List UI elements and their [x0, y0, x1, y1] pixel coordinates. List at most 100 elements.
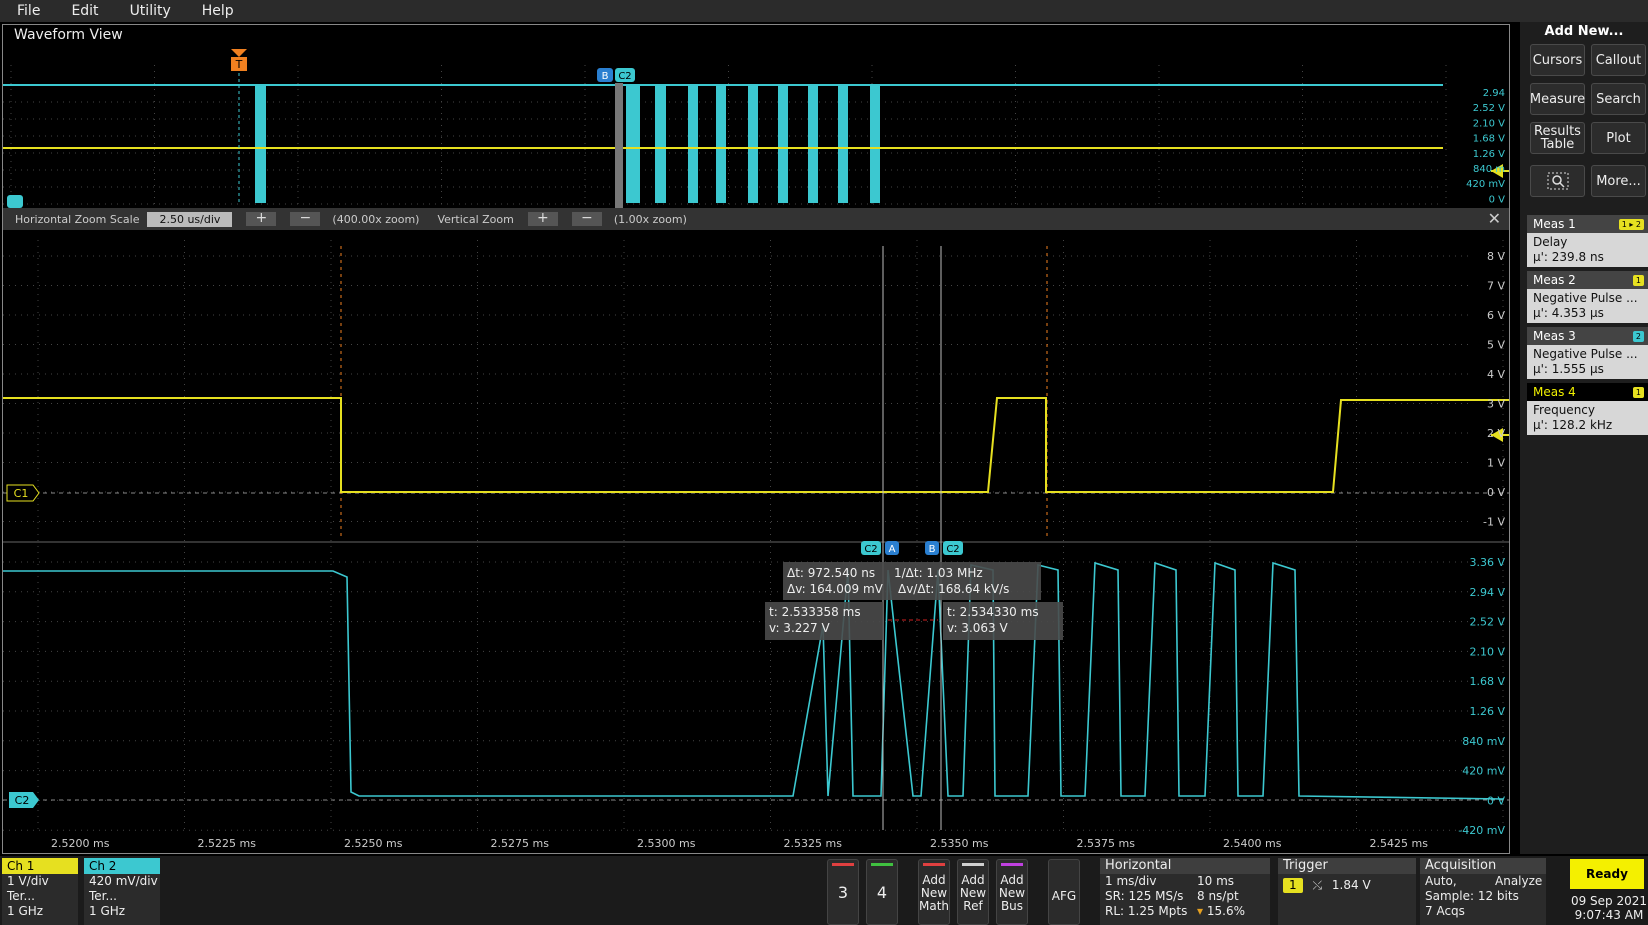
- ch3-button[interactable]: 3: [827, 859, 859, 925]
- overview-volt-tick: 2.10 V: [1473, 118, 1505, 129]
- svg-text:C2: C2: [618, 71, 631, 82]
- rising-edge-icon: ⤯: [1312, 878, 1323, 892]
- meas-4-header: Meas 4: [1533, 385, 1576, 399]
- svg-text:T: T: [235, 58, 243, 71]
- ch1-trace: [3, 397, 1509, 493]
- meas-1-value: μ': 239.8 ns: [1533, 250, 1604, 264]
- search-button[interactable]: Search: [1591, 83, 1646, 115]
- overview-cursor-b-tag[interactable]: B: [597, 68, 613, 82]
- meas-2-source-badge: 1: [1632, 275, 1644, 286]
- menu-utility[interactable]: Utility: [113, 0, 185, 22]
- measure-button[interactable]: Measure: [1530, 83, 1585, 115]
- vertical-zoom-factor: (1.00x zoom): [613, 212, 687, 226]
- acquisition-analyze: Analyze: [1495, 874, 1543, 888]
- horizontal-badge[interactable]: Horizontal 1 ms/div 10 ms SR: 125 MS/s 8 n…: [1100, 858, 1270, 925]
- results-table-button[interactable]: Results Table: [1530, 122, 1585, 154]
- ch3-label: 3: [837, 883, 849, 902]
- horizontal-zoom-out-button[interactable]: −: [290, 211, 321, 226]
- ch2-badge[interactable]: Ch 2 420 mV/div Ter... 1 GHz: [84, 858, 160, 925]
- ch4-button[interactable]: 4: [866, 859, 898, 925]
- ch2-volt-tick: 1.26 V: [1469, 705, 1505, 718]
- horizontal-zoom-value[interactable]: 2.50 us/div: [147, 211, 233, 227]
- zoom-window-indicator: [615, 83, 623, 223]
- ch2-termination: Ter...: [89, 889, 117, 903]
- time: 9:07:43 AM: [1574, 908, 1644, 922]
- overview-volt-tick: 420 mV: [1466, 179, 1505, 190]
- menu-edit[interactable]: Edit: [54, 0, 112, 22]
- ch1-volt-tick: 6 V: [1487, 309, 1505, 322]
- ch1-badge[interactable]: Ch 1 1 V/div Ter... 1 GHz: [2, 858, 78, 925]
- svg-text:v: 3.227 V: v: 3.227 V: [769, 621, 830, 635]
- acquisition-mode: Auto,: [1425, 874, 1457, 888]
- horizontal-zoom-in-button[interactable]: +: [246, 211, 277, 226]
- ch2-volt-tick: -420 mV: [1458, 824, 1505, 837]
- horizontal-record: 10 ms: [1197, 874, 1235, 888]
- meas-1-name: Delay: [1533, 235, 1568, 249]
- zoomed-time-tick: 2.5425 ms: [1370, 837, 1429, 850]
- overview-volt-tick: 0 V: [1489, 194, 1506, 205]
- horizontal-sample-rate: SR: 125 MS/s: [1105, 889, 1184, 903]
- overview-plot[interactable]: T B C2 -1 ms0 s1 ms2 ms3 ms4 ms5 ms6 ms7…: [3, 45, 1509, 231]
- more-button[interactable]: More...: [1591, 165, 1646, 197]
- cursor-b-c2-tag[interactable]: B C2: [925, 541, 963, 555]
- meas-4-badge[interactable]: Meas 4 1 Frequency μ': 128.2 kHz: [1527, 383, 1648, 435]
- ch1-volt-tick: -1 V: [1483, 516, 1505, 529]
- ch2-label-marker[interactable]: C2: [9, 792, 39, 808]
- svg-text:C2: C2: [946, 544, 959, 555]
- menu-file[interactable]: File: [0, 0, 54, 22]
- menu-help[interactable]: Help: [185, 0, 248, 22]
- ch2-scale: 420 mV/div: [89, 874, 158, 888]
- vertical-zoom-in-button[interactable]: +: [527, 211, 558, 226]
- cursor-a-c2-tag[interactable]: C2 A: [861, 541, 899, 555]
- svg-text:B: B: [602, 71, 609, 82]
- add-bus-button[interactable]: Add New Bus: [996, 859, 1028, 925]
- meas-1-source-badge: 1 ▸ 2: [1618, 219, 1644, 230]
- trigger-marker[interactable]: T: [231, 49, 247, 71]
- meas-1-header: Meas 1: [1533, 217, 1576, 231]
- meas-2-badge[interactable]: Meas 2 1 Negative Pulse ... μ': 4.353 μs: [1527, 271, 1648, 323]
- meas-3-badge[interactable]: Meas 3 2 Negative Pulse ... μ': 1.555 μs: [1527, 327, 1648, 379]
- overview-cursor-c2-tag[interactable]: C2: [615, 68, 635, 82]
- trigger-badge[interactable]: Trigger 1 ⤯ 1.84 V: [1278, 858, 1416, 925]
- ch2-volt-axis: 3.36 V 2.94 V 2.52 V 2.10 V 1.68 V 1.26 V 840 …: [1458, 556, 1505, 837]
- ch1-volt-tick: 7 V: [1487, 280, 1505, 293]
- cursors-button[interactable]: Cursors: [1530, 44, 1585, 76]
- overview-volt-tick: 1.68 V: [1473, 134, 1505, 145]
- callout-button[interactable]: Callout: [1591, 44, 1646, 76]
- waveform-view-title: Waveform View: [14, 27, 123, 43]
- close-zoom-icon[interactable]: ✕: [1488, 209, 1501, 228]
- ch2-volt-tick: 3.36 V: [1469, 556, 1505, 569]
- plot-button[interactable]: Plot: [1591, 122, 1646, 154]
- afg-button[interactable]: AFG: [1048, 859, 1080, 925]
- add-new-title: Add New...: [1544, 24, 1624, 39]
- warning-icon: ▾: [1197, 904, 1204, 918]
- ch2-volt-tick: 840 mV: [1462, 735, 1505, 748]
- svg-text:v: 3.063 V: v: 3.063 V: [947, 621, 1008, 635]
- ch1-scale: 1 V/div: [7, 874, 49, 888]
- zoomed-time-tick: 2.5350 ms: [930, 837, 989, 850]
- meas-1-badge[interactable]: Meas 1 1 ▸ 2 Delay μ': 239.8 ns: [1527, 215, 1648, 267]
- vertical-zoom-out-button[interactable]: −: [571, 211, 602, 226]
- add-ref-label: Add New Ref: [959, 873, 987, 913]
- ch1-volt-tick: 0 V: [1487, 486, 1505, 499]
- acquisition-badge[interactable]: Acquisition Auto, Analyze Sample: 12 bits…: [1420, 858, 1546, 925]
- waveform-view[interactable]: Waveform View T B C2 -1: [2, 24, 1510, 854]
- svg-text:Δv: 164.009 mV: Δv: 164.009 mV: [787, 582, 884, 596]
- ch2-volt-tick: 420 mV: [1462, 765, 1505, 778]
- menu-bar: File Edit Utility Help: [0, 0, 1648, 22]
- svg-text:C2: C2: [15, 794, 30, 807]
- run-status-button[interactable]: Ready: [1570, 859, 1644, 889]
- zoomed-time-tick: 2.5400 ms: [1223, 837, 1282, 850]
- zoom-icon-button[interactable]: [1530, 165, 1585, 197]
- add-math-label: Add New Math: [919, 873, 950, 913]
- ch1-label-marker[interactable]: C1: [6, 484, 40, 502]
- meas-4-name: Frequency: [1533, 403, 1595, 417]
- ch1-title: Ch 1: [2, 858, 78, 874]
- overview-volt-tick: 2.94: [1483, 88, 1505, 99]
- add-math-button[interactable]: Add New Math: [918, 859, 950, 925]
- add-ref-button[interactable]: Add New Ref: [957, 859, 989, 925]
- overview-ch2-trace: [3, 84, 1443, 203]
- ch1-bandwidth: 1 GHz: [7, 904, 44, 918]
- ch1-volt-tick: 5 V: [1487, 339, 1505, 352]
- zoomed-plot[interactable]: C2 A B C2 Δt: 972.540 ns Δv: 164.009 mV …: [3, 230, 1509, 855]
